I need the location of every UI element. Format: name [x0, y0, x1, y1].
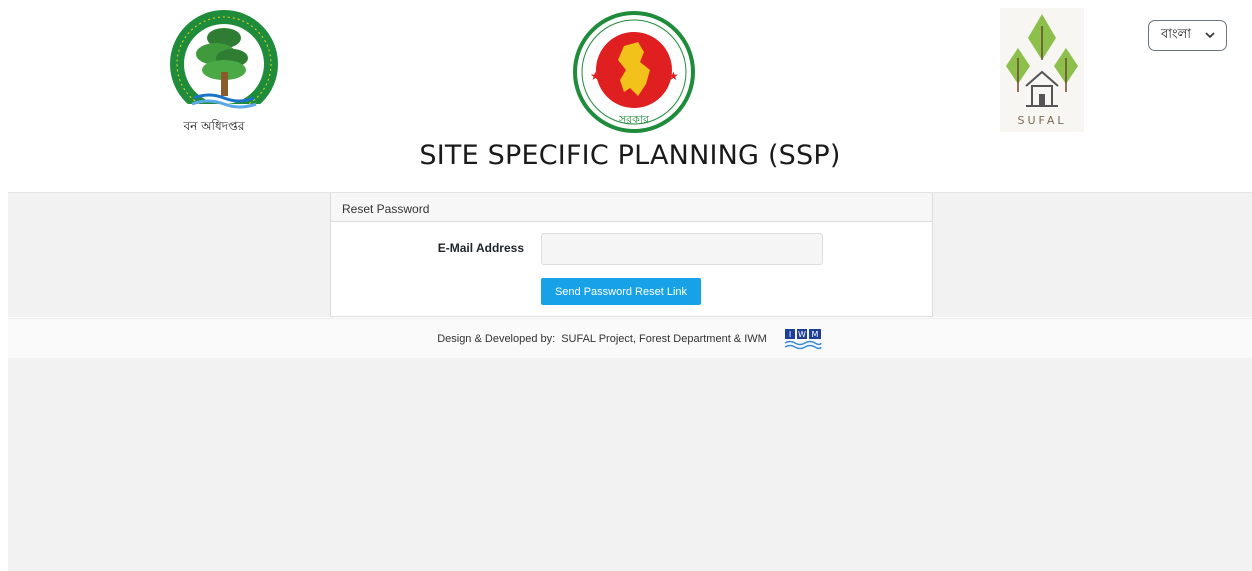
- sufal-logo-text: SUFAL: [1017, 114, 1067, 127]
- email-input[interactable]: [541, 233, 823, 265]
- footer: Design & Developed by: SUFAL Project, Fo…: [8, 318, 1252, 358]
- iwm-logo-letter: W: [798, 330, 806, 339]
- sufal-logo-icon: SUFAL: [1000, 8, 1084, 132]
- header: বন অধিদপ্তর ★ ★ সরকার SUFAL বাংলা SITE S…: [8, 0, 1252, 190]
- language-select-value: বাংলা: [1161, 27, 1192, 42]
- bangladesh-government-seal-icon: ★ ★ সরকার: [568, 10, 700, 134]
- language-select[interactable]: বাংলা: [1148, 20, 1227, 51]
- page-background: [8, 358, 1252, 571]
- footer-prefix: Design & Developed by:: [437, 332, 556, 345]
- send-reset-link-button[interactable]: Send Password Reset Link: [541, 278, 701, 305]
- footer-credit: SUFAL Project, Forest Department & IWM: [561, 332, 767, 345]
- page-title: SITE SPECIFIC PLANNING (SSP): [419, 140, 841, 171]
- svg-text:সরকার: সরকার: [618, 113, 650, 126]
- page: বন অধিদপ্তর ★ ★ সরকার SUFAL বাংলা SITE S…: [8, 0, 1252, 571]
- iwm-logo-letter: M: [811, 330, 818, 339]
- email-label: E-Mail Address: [437, 241, 524, 255]
- forest-department-logo-icon: বন অধিদপ্তর: [164, 8, 284, 136]
- iwm-logo-letter: I: [789, 330, 791, 339]
- forest-logo-caption: বন অধিদপ্তর: [183, 119, 245, 133]
- svg-text:★: ★: [590, 69, 601, 83]
- main-area: Reset Password E-Mail Address Send Passw…: [8, 192, 1252, 317]
- reset-password-card: Reset Password E-Mail Address Send Passw…: [330, 193, 933, 317]
- chevron-down-icon: [1205, 32, 1215, 39]
- svg-text:★: ★: [668, 69, 679, 83]
- iwm-logo-icon: I W M: [783, 328, 823, 350]
- card-title: Reset Password: [331, 193, 932, 222]
